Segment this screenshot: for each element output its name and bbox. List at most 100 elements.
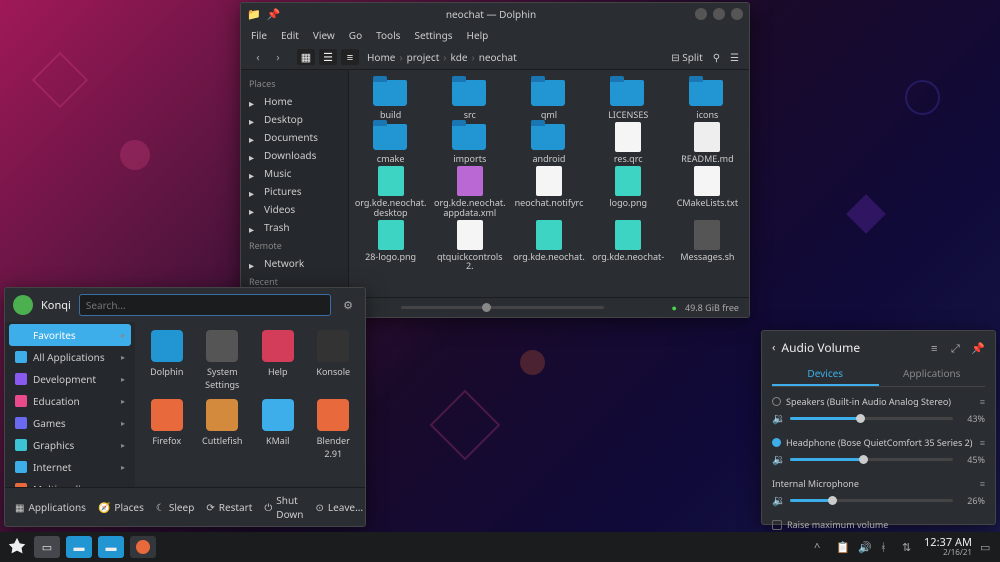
category-internet[interactable]: Internet▸ <box>5 456 135 478</box>
app-kmail[interactable]: KMail <box>254 399 302 460</box>
device-menu-icon[interactable]: ≡ <box>980 395 985 408</box>
file-item[interactable]: cmake <box>353 122 428 164</box>
task-dolphin[interactable]: ▬ <box>66 536 92 558</box>
task-firefox[interactable] <box>130 536 156 558</box>
category-games[interactable]: Games▸ <box>5 412 135 434</box>
task-files[interactable]: ▬ <box>98 536 124 558</box>
file-item[interactable]: LICENSES <box>591 78 666 120</box>
breadcrumb-segment[interactable]: project <box>407 50 440 64</box>
file-item[interactable]: org.kde.neochat- <box>591 220 666 272</box>
list-icon[interactable]: ≡ <box>931 341 945 355</box>
expand-icon[interactable]: ⤢ <box>951 341 965 355</box>
file-item[interactable]: imports <box>432 122 507 164</box>
restart-button[interactable]: ⟳ Restart <box>206 500 252 514</box>
device-radio[interactable] <box>772 397 781 406</box>
file-item[interactable]: logo.png <box>591 166 666 218</box>
app-system-settings[interactable]: System Settings <box>199 330 247 391</box>
category-multimedia[interactable]: Multimedia▸ <box>5 478 135 487</box>
search-icon[interactable]: ⚲ <box>713 50 720 64</box>
category-development[interactable]: Development▸ <box>5 368 135 390</box>
menu-file[interactable]: File <box>251 28 267 42</box>
file-item[interactable]: org.kde.neochat.desktop <box>353 166 428 218</box>
tab-devices[interactable]: Devices <box>772 362 879 386</box>
category-education[interactable]: Education▸ <box>5 390 135 412</box>
category-favorites[interactable]: Favorites▸ <box>9 324 131 346</box>
app-help[interactable]: Help <box>254 330 302 391</box>
menu-edit[interactable]: Edit <box>281 28 299 42</box>
device-menu-icon[interactable]: ≡ <box>980 477 985 490</box>
speaker-icon[interactable]: 🔉 <box>772 493 784 508</box>
file-item[interactable]: build <box>353 78 428 120</box>
breadcrumb-segment[interactable]: neochat <box>479 50 517 64</box>
file-item[interactable]: android <box>511 122 586 164</box>
shutdown-button[interactable]: ⏻ Shut Down <box>264 493 303 521</box>
menu-go[interactable]: Go <box>349 28 362 42</box>
places-item[interactable]: ▸Home <box>241 92 348 110</box>
bluetooth-icon[interactable]: ᚼ <box>880 540 894 554</box>
menu-help[interactable]: Help <box>467 28 489 42</box>
zoom-slider[interactable] <box>401 306 603 309</box>
view-compact-button[interactable]: ☰ <box>319 49 337 65</box>
menu-tools[interactable]: Tools <box>376 28 400 42</box>
forward-button[interactable]: › <box>271 50 285 64</box>
places-item[interactable]: ▸Videos <box>241 200 348 218</box>
back-button[interactable]: ‹ <box>251 50 265 64</box>
clipboard-icon[interactable]: 📋 <box>836 540 850 554</box>
raise-max-checkbox[interactable]: Raise maximum volume <box>772 518 985 531</box>
menu-icon[interactable]: ☰ <box>730 50 739 64</box>
breadcrumb-segment[interactable]: Home <box>367 50 395 64</box>
back-icon[interactable]: ‹ <box>772 340 775 355</box>
volume-slider[interactable] <box>790 417 953 420</box>
places-item[interactable]: ▸Downloads <box>241 146 348 164</box>
file-item[interactable]: org.kde.neochat.appdata.xml <box>432 166 507 218</box>
breadcrumb[interactable]: Home›project›kde›neochat <box>367 50 517 64</box>
speaker-icon[interactable]: 🔉 <box>772 452 784 467</box>
view-icons-button[interactable]: ▦ <box>297 49 315 65</box>
app-cuttlefish[interactable]: Cuttlefish <box>199 399 247 460</box>
tab-applications[interactable]: Applications <box>879 362 986 386</box>
file-item[interactable]: CMakeLists.txt <box>670 166 745 218</box>
tray-expand-icon[interactable]: ^ <box>814 540 828 554</box>
file-item[interactable]: res.qrc <box>591 122 666 164</box>
leave-button[interactable]: ⊙ Leave... <box>315 500 363 514</box>
app-dolphin[interactable]: Dolphin <box>143 330 191 391</box>
places-item[interactable]: ▸Trash <box>241 218 348 236</box>
places-item[interactable]: ▸Music <box>241 164 348 182</box>
maximize-button[interactable] <box>713 8 725 20</box>
network-icon[interactable]: ⇅ <box>902 540 916 554</box>
places-item[interactable]: ▸Desktop <box>241 110 348 128</box>
menu-view[interactable]: View <box>313 28 335 42</box>
app-launcher-icon[interactable] <box>6 536 28 558</box>
sleep-button[interactable]: ☾ Sleep <box>156 500 194 514</box>
file-item[interactable]: README.md <box>670 122 745 164</box>
device-radio[interactable] <box>772 438 781 447</box>
places-item[interactable]: ▸Pictures <box>241 182 348 200</box>
file-item[interactable]: Messages.sh <box>670 220 745 272</box>
places-item[interactable]: ▸Network <box>241 254 348 272</box>
file-item[interactable]: icons <box>670 78 745 120</box>
configure-icon[interactable]: ⚙ <box>339 296 357 314</box>
file-item[interactable]: org.kde.neochat. <box>511 220 586 272</box>
breadcrumb-segment[interactable]: kde <box>450 50 467 64</box>
clock[interactable]: 12:37 AM 2/16/21 <box>924 537 972 558</box>
pin-icon[interactable]: 📌 <box>971 341 985 355</box>
task-pager[interactable]: ▭ <box>34 536 60 558</box>
show-desktop-icon[interactable]: ▭ <box>980 540 994 554</box>
category-graphics[interactable]: Graphics▸ <box>5 434 135 456</box>
split-button[interactable]: ⊟ Split <box>671 50 702 64</box>
places-item[interactable]: ▸Documents <box>241 128 348 146</box>
places-tab[interactable]: 🧭 Places <box>98 500 144 514</box>
speaker-icon[interactable]: 🔉 <box>772 411 784 426</box>
volume-slider[interactable] <box>790 499 953 502</box>
menu-settings[interactable]: Settings <box>414 28 452 42</box>
avatar[interactable] <box>13 295 33 315</box>
view-details-button[interactable]: ≡ <box>341 49 359 65</box>
file-item[interactable]: src <box>432 78 507 120</box>
close-button[interactable] <box>731 8 743 20</box>
file-item[interactable]: 28-logo.png <box>353 220 428 272</box>
app-blender-2-91[interactable]: Blender 2.91 <box>310 399 358 460</box>
volume-slider[interactable] <box>790 458 953 461</box>
file-item[interactable]: qtquickcontrols2. <box>432 220 507 272</box>
file-item[interactable]: neochat.notifyrc <box>511 166 586 218</box>
file-item[interactable]: qml <box>511 78 586 120</box>
